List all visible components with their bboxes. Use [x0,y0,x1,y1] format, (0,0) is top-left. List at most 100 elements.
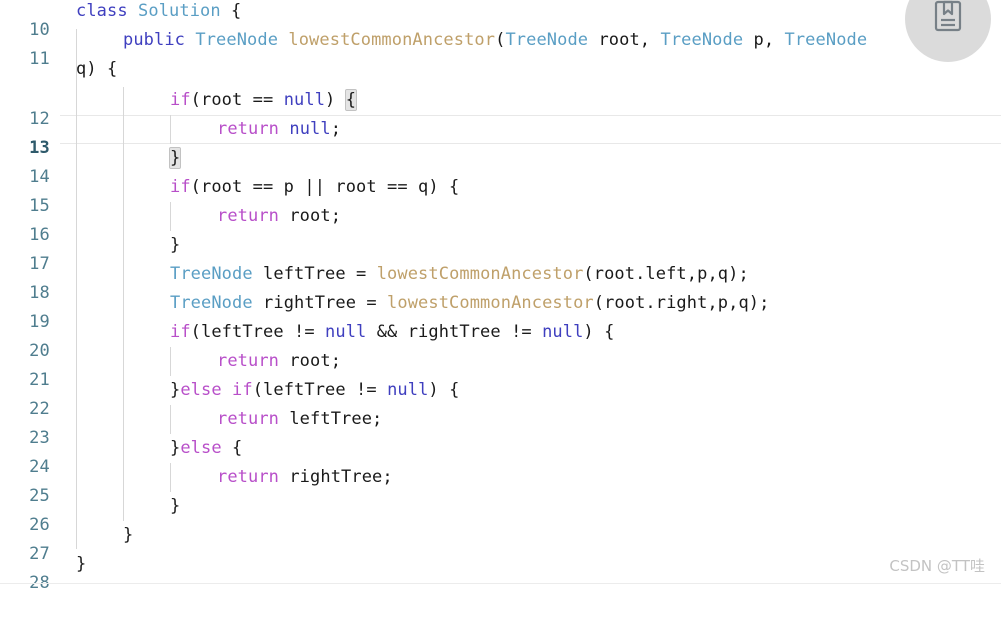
code-token-pl: rightTree = [252,293,388,313]
line-content[interactable]: TreeNode leftTree = lowestCommonAncestor… [170,260,749,289]
line-content[interactable]: return root; [217,347,341,376]
code-token-pl: ( [495,30,506,50]
editor-line[interactable]: 17 } [0,231,1001,274]
line-content[interactable]: } [76,550,86,579]
code-token-kw: null [387,380,429,400]
code-token-pl: { [220,1,242,21]
code-token-pl: ) [325,90,346,110]
line-content[interactable]: return rightTree; [217,463,393,492]
editor-line-active[interactable]: 13 return null; [0,115,1001,158]
code-token-ctl: else [180,380,222,400]
line-content-wrapped[interactable]: q) { [76,55,117,84]
code-token-ctl: return [217,351,280,371]
code-token-pl: (leftTree != [252,380,388,400]
editor-line[interactable]: 18 TreeNode leftTree = lowestCommonAnces… [0,260,1001,303]
editor-line[interactable]: 15 if(root == p || root == q) { [0,173,1001,216]
code-token-kw: null [283,90,326,110]
code-token-ctl: else [180,438,222,458]
editor-line[interactable]: 28 } [0,550,1001,593]
code-token-pl: (root.left,p,q); [583,264,749,284]
line-content[interactable]: TreeNode rightTree = lowestCommonAncesto… [170,289,769,318]
code-token-type: TreeNode [170,264,253,284]
code-token-pl: rightTree; [279,467,393,487]
code-token-pl: root; [279,206,342,226]
editor-line[interactable]: 19 TreeNode rightTree = lowestCommonAnce… [0,289,1001,332]
code-token-pl: root; [279,351,342,371]
editor-line[interactable]: 14 } [0,144,1001,187]
line-content[interactable]: return null; [217,115,341,144]
code-token-kw: class [76,1,128,21]
watermark-text: CSDN @TT哇 [889,557,985,575]
code-token-pl: ) { [428,380,460,400]
code-token-pl: p, [743,30,785,50]
code-token-kw: null [289,119,331,139]
code-token-type: TreeNode [195,30,279,50]
editor-line[interactable]: 20 if(leftTree != null && rightTree != n… [0,318,1001,361]
line-content[interactable]: return leftTree; [217,405,382,434]
code-token-ctl: return [217,206,280,226]
editor-line[interactable]: 21 return root; [0,347,1001,390]
editor-line[interactable]: 27 } [0,521,1001,564]
code-token-ctl: if [170,177,191,197]
code-token-fn: lowestCommonAncestor [288,30,496,50]
code-token-ctl: return [217,409,280,429]
code-token-kw: public [123,30,186,50]
line-content[interactable]: } [123,521,133,550]
code-token-type: TreeNode [505,30,589,50]
editor-line[interactable]: 25 return rightTree; [0,463,1001,506]
code-token-pl: root, [588,30,661,50]
code-token-pl: } [170,438,181,458]
editor-line-wrap-continuation[interactable]: q) { [0,55,1001,84]
code-token-type: TreeNode [660,30,744,50]
code-token-fn: lowestCommonAncestor [376,264,584,284]
matched-brace: { [344,89,358,111]
code-token-kw: null [325,322,367,342]
editor-line[interactable]: 10 class Solution { [0,0,1001,40]
editor-line[interactable]: 16 return root; [0,202,1001,245]
line-content[interactable]: } [170,231,180,260]
code-token-pl: } [170,496,181,516]
code-token-pl: { [221,438,243,458]
line-content[interactable]: } [168,144,182,173]
editor-line[interactable]: 22 }else if(leftTree != null) { [0,376,1001,419]
code-token-pl: } [170,380,181,400]
editor-line[interactable]: 24 }else { [0,434,1001,477]
code-token-fn: lowestCommonAncestor [387,293,594,313]
editor-line[interactable]: 12 if(root == null) { [0,86,1001,129]
matched-brace: } [168,147,182,169]
code-token-pl: (leftTree != [190,322,326,342]
code-token-ctl: return [217,119,280,139]
code-token-pl: q) { [76,59,118,79]
line-content[interactable]: if(root == p || root == q) { [170,173,459,202]
code-token-pl: (root == p || root == q) { [190,177,460,197]
line-content[interactable]: if(leftTree != null && rightTree != null… [170,318,614,347]
line-content[interactable]: public TreeNode lowestCommonAncestor(Tre… [123,26,867,55]
line-content[interactable]: if(root == null) { [170,86,358,115]
code-token-pl: } [170,235,181,255]
code-token-pl: ; [330,119,342,139]
line-content[interactable]: return root; [217,202,341,231]
code-token-type: Solution [138,1,221,21]
editor-line[interactable]: 26 } [0,492,1001,535]
line-content[interactable]: }else { [170,434,242,463]
line-content[interactable]: } [170,492,180,521]
code-token-pl: (root.right,p,q); [593,293,770,313]
bookmark-book-icon [933,0,963,36]
code-editor[interactable]: 10 class Solution { 11 public TreeNode l… [0,0,1001,593]
code-token-kw: null [542,322,584,342]
editor-line[interactable]: 11 public TreeNode lowestCommonAncestor(… [0,26,1001,69]
code-token-pl: } [123,525,134,545]
line-content[interactable]: }else if(leftTree != null) { [170,376,459,405]
line-content[interactable]: class Solution { [76,0,241,26]
editor-line[interactable]: 23 return leftTree; [0,405,1001,448]
code-token-ctl: if [170,322,191,342]
code-token-ctl: if [170,90,191,110]
code-token-pl: } [76,554,87,574]
code-token-type: TreeNode [170,293,253,313]
code-token-pl: && rightTree != [366,322,543,342]
